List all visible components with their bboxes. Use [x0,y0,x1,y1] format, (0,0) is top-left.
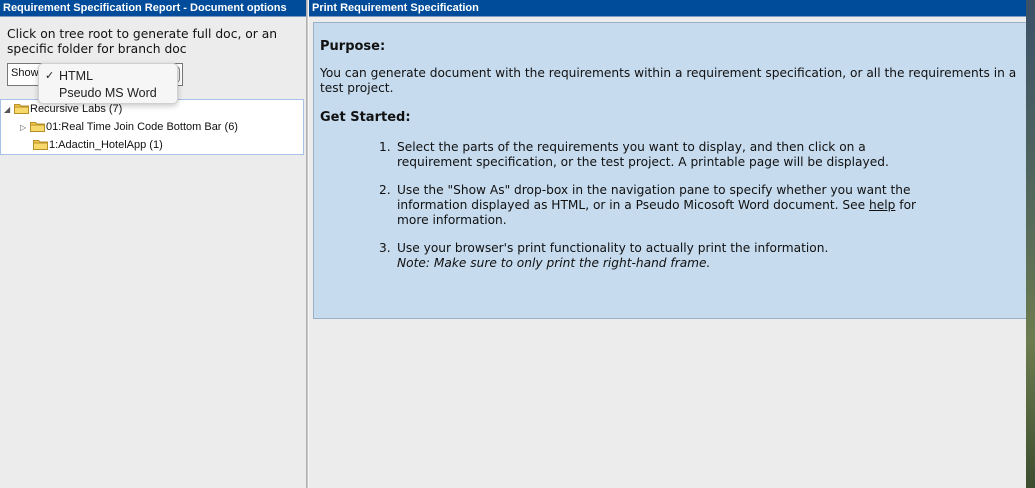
get-started-heading: Get Started: [320,110,411,125]
desktop-background [1026,0,1035,488]
show-as-label: Show [11,67,39,79]
option-pseudo-ms-word[interactable]: Pseudo MS Word [39,85,177,101]
option-html[interactable]: ✓ HTML [39,68,177,84]
purpose-text: You can generate document with the requi… [320,66,1017,95]
folder-icon [30,121,45,132]
option-html-label: HTML [59,69,94,83]
tree-node-root-label: Recursive Labs (7) [30,103,123,115]
step-text: Use the "Show As" drop-box in the naviga… [397,183,911,212]
right-pane-title: Print Requirement Specification [309,0,1026,17]
tree-node-adactin-hotelapp-label: 1:Adactin_HotelApp (1) [49,139,163,151]
list-item: 3. Use your browser's print functionalit… [379,241,939,271]
left-navigation-pane: Requirement Specification Report - Docum… [0,0,306,488]
requirement-tree: ◢ Recursive Labs (7) ▷ 01:Real Time Join C… [0,99,304,155]
left-pane-title: Requirement Specification Report - Docum… [0,0,306,17]
steps-list: 1. Select the parts of the requirements … [379,140,939,284]
show-as-dropdown-menu[interactable]: ✓ HTML Pseudo MS Word [38,63,178,104]
tree-instructions: Click on tree root to generate full doc,… [7,27,278,56]
right-content-pane: Print Requirement Specification Purpose:… [309,0,1027,488]
help-panel: Purpose: You can generate document with … [313,22,1027,319]
tree-node-adactin-hotelapp[interactable]: 1:Adactin_HotelApp (1) [32,137,163,154]
triangle-right-icon[interactable]: ▷ [20,119,29,136]
triangle-down-icon[interactable]: ◢ [4,101,13,118]
option-pseudo-ms-word-label: Pseudo MS Word [59,86,157,100]
step-number: 3. [379,241,391,255]
step-note: Note: Make sure to only print the right-… [397,256,711,270]
help-link[interactable]: help [869,198,895,212]
step-text: Select the parts of the requirements you… [397,140,889,169]
check-icon: ✓ [45,70,55,82]
folder-icon [33,139,48,150]
purpose-heading: Purpose: [320,39,386,54]
step-number: 2. [379,183,391,197]
step-number: 1. [379,140,391,154]
tree-node-real-time-join[interactable]: ▷ 01:Real Time Join Code Bottom Bar (6) [20,119,238,136]
list-item: 1. Select the parts of the requirements … [379,140,939,170]
tree-node-real-time-join-label: 01:Real Time Join Code Bottom Bar (6) [46,121,238,133]
step-text: Use your browser's print functionality t… [397,241,829,255]
list-item: 2. Use the "Show As" drop-box in the nav… [379,183,939,228]
folder-icon [14,103,29,114]
